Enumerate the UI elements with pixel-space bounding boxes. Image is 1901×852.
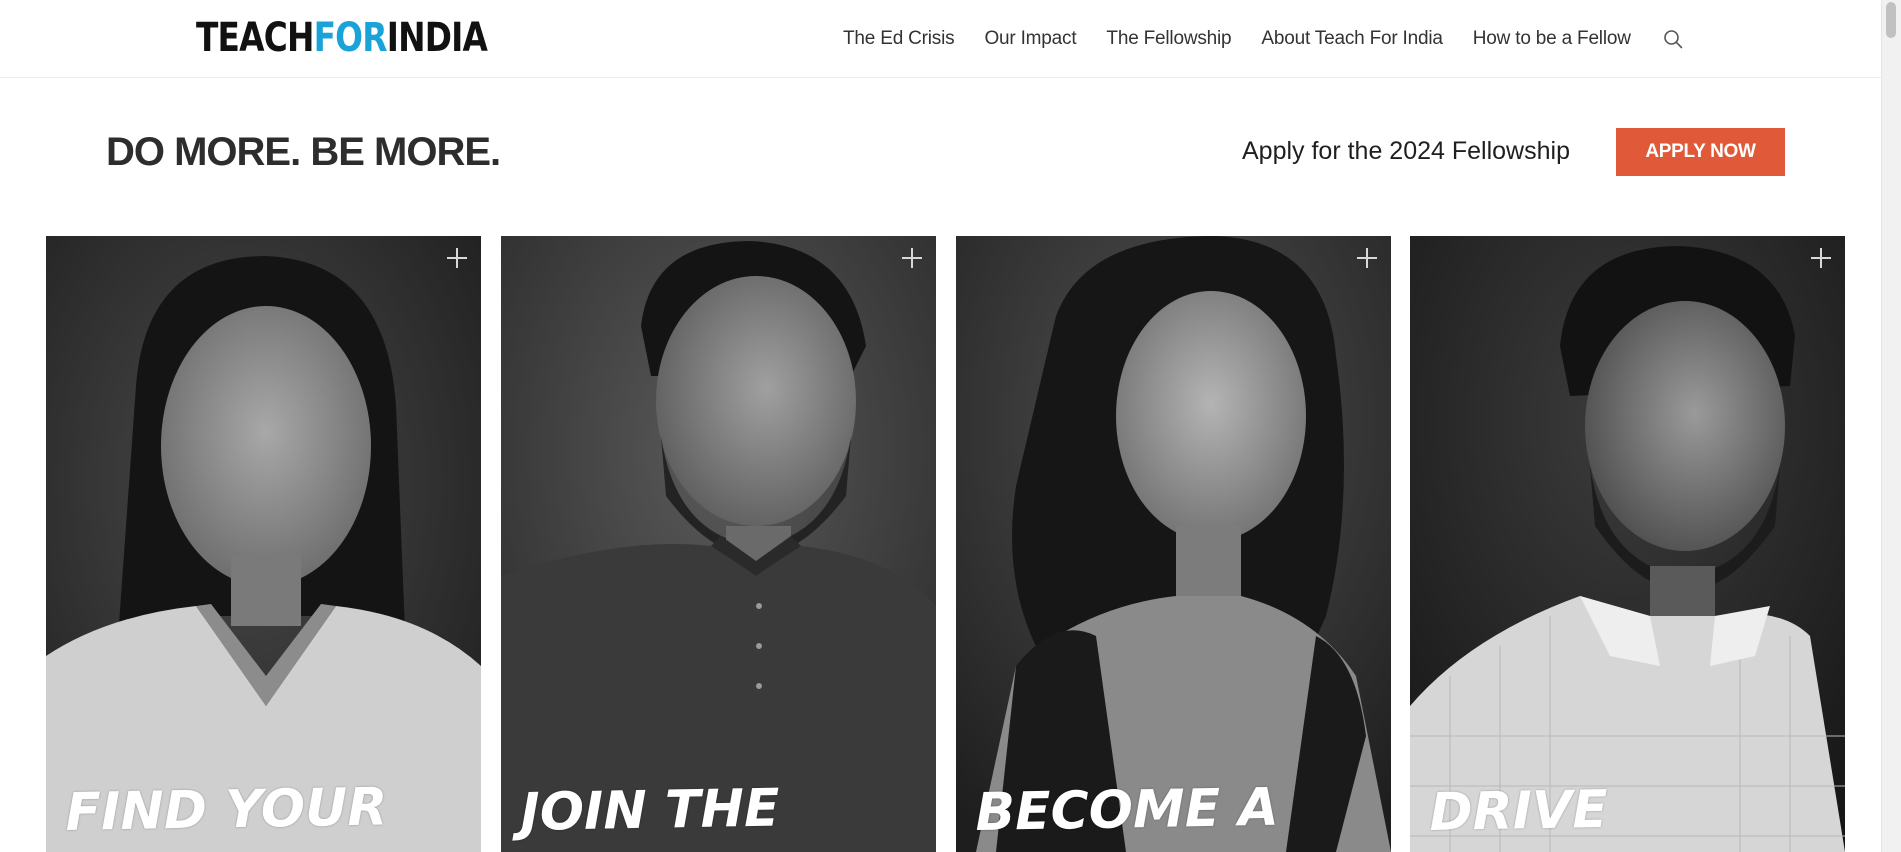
card-join-the-movement[interactable]: JOIN THE [501, 236, 936, 852]
card-photo-woman-1 [46, 236, 481, 852]
nav-ed-crisis[interactable]: The Ed Crisis [843, 28, 955, 50]
nav-about[interactable]: About Teach For India [1261, 28, 1443, 50]
expand-plus-icon[interactable] [1807, 244, 1835, 272]
expand-plus-icon[interactable] [1353, 244, 1381, 272]
expand-plus-icon[interactable] [898, 244, 926, 272]
logo-for: FOR [313, 15, 388, 61]
nav-the-fellowship[interactable]: The Fellowship [1106, 28, 1231, 50]
search-icon[interactable] [1661, 27, 1685, 51]
page-tagline: DO MORE. BE MORE. [106, 130, 501, 174]
card-photo-man-1 [501, 236, 936, 852]
nav-our-impact[interactable]: Our Impact [984, 28, 1076, 50]
logo-teach: TEACH [196, 15, 314, 61]
card-photo-woman-2 [956, 236, 1391, 852]
scrollbar-thumb[interactable] [1886, 2, 1896, 38]
apply-fellowship-text: Apply for the 2024 Fellowship [1242, 137, 1570, 165]
nav-how-to-be-fellow[interactable]: How to be a Fellow [1473, 28, 1631, 50]
card-caption: BECOME A [974, 777, 1280, 844]
main-nav: The Ed Crisis Our Impact The Fellowship … [843, 24, 1685, 54]
card-caption: JOIN THE [519, 778, 780, 844]
site-logo[interactable]: TEACHFORINDIA [196, 14, 488, 62]
card-find-your-purpose[interactable]: FIND YOUR [46, 236, 481, 852]
card-caption: DRIVE [1428, 779, 1609, 844]
apply-now-button[interactable]: APPLY NOW [1616, 128, 1785, 176]
vertical-scrollbar[interactable] [1881, 0, 1901, 852]
card-drive-change[interactable]: DRIVE [1410, 236, 1845, 852]
card-photo-man-2 [1410, 236, 1845, 852]
card-become-a-leader[interactable]: BECOME A [956, 236, 1391, 852]
expand-plus-icon[interactable] [443, 244, 471, 272]
logo-india: INDIA [386, 15, 488, 61]
site-header: TEACHFORINDIA The Ed Crisis Our Impact T… [0, 0, 1882, 78]
page-viewport: TEACHFORINDIA The Ed Crisis Our Impact T… [0, 0, 1901, 852]
card-caption: FIND YOUR [64, 777, 388, 844]
